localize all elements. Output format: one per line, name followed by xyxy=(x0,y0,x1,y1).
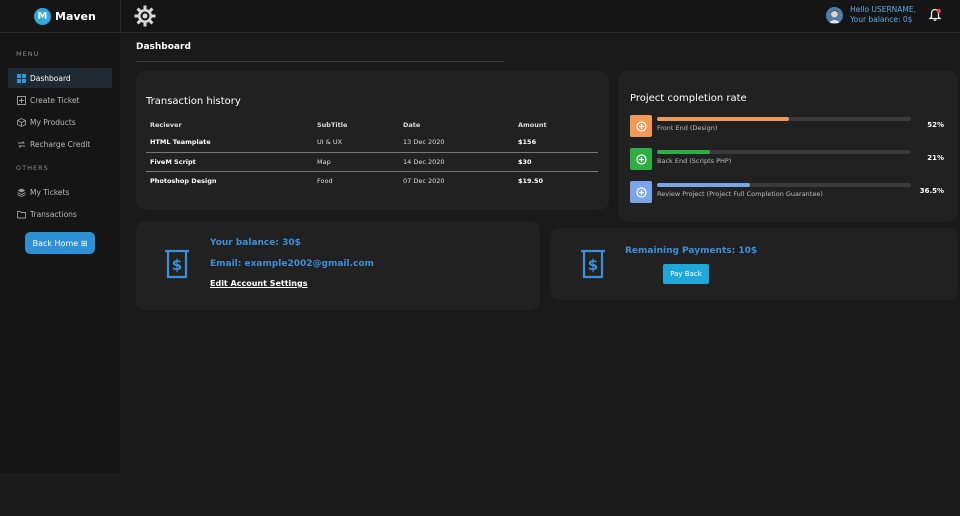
column-header: Amount xyxy=(518,120,547,129)
box-icon xyxy=(17,117,26,127)
account-balance: Your balance: 30$ xyxy=(210,238,301,248)
project-percent: 21% xyxy=(927,154,944,162)
sidebar-item-dashboard[interactable]: Dashboard xyxy=(8,68,112,88)
project-percent: 52% xyxy=(927,121,944,129)
progress-fill xyxy=(657,117,790,121)
column-header: Date xyxy=(403,120,421,129)
user-greeting: Hello USERNAME, Your balance: 0$ xyxy=(850,5,916,25)
transaction-history-title: Transaction history xyxy=(146,96,241,107)
greeting-text: Hello USERNAME, xyxy=(850,5,916,14)
sidebar-item-label: Transactions xyxy=(30,209,77,219)
progress-track xyxy=(657,183,911,187)
svg-text:$: $ xyxy=(588,256,598,274)
progress-fill xyxy=(657,183,750,187)
brand-logo: M xyxy=(34,8,51,25)
sidebar-item-my-products[interactable]: My Products xyxy=(8,112,112,132)
date-cell: 07 Dec 2020 xyxy=(403,176,445,185)
account-email: Email: example2002@gmail.com xyxy=(210,259,374,269)
project-label: Back End (Scripts PHP) xyxy=(657,157,732,165)
refresh-icon xyxy=(17,140,26,148)
sidebar-item-create-ticket[interactable]: Create Ticket xyxy=(8,90,112,110)
header-balance: Your balance: 0$ xyxy=(850,15,913,24)
table-header-row: Reciever SubTitle Date Amount xyxy=(146,116,598,133)
plus-circle-icon xyxy=(630,148,652,170)
plus-square-icon xyxy=(17,95,26,105)
column-header: Reciever xyxy=(150,120,182,129)
folder-icon xyxy=(17,210,26,218)
date-cell: 13 Dec 2020 xyxy=(399,133,514,153)
remaining-payments: Remaining Payments: 10$ xyxy=(625,246,758,256)
top-bar: M Maven Hello USERNAME, Your balance: 0$ xyxy=(0,0,960,33)
transaction-table: Reciever SubTitle Date Amount HTML Teamp… xyxy=(146,116,598,190)
notification-bell-icon[interactable] xyxy=(928,8,942,22)
date-cell: 14 Dec 2020 xyxy=(399,152,514,172)
brand[interactable]: M Maven xyxy=(0,0,120,33)
others-heading: OTHERS xyxy=(16,164,49,172)
project-percent: 36.5% xyxy=(919,187,944,195)
avatar[interactable] xyxy=(826,6,844,24)
user-area: Hello USERNAME, Your balance: 0$ xyxy=(826,5,942,25)
progress-track xyxy=(657,117,911,121)
column-header: SubTitle xyxy=(317,120,348,129)
settings-gear-icon[interactable] xyxy=(134,5,156,27)
pay-back-button[interactable]: Pay Back xyxy=(663,264,709,284)
subtitle-cell: UI & UX xyxy=(313,133,399,153)
plus-circle-icon xyxy=(630,181,652,203)
page-title: Dashboard xyxy=(136,42,191,52)
progress-fill xyxy=(657,150,711,154)
receiver-cell: Photoshop Design xyxy=(150,176,217,185)
subtitle-cell: Food xyxy=(317,176,333,185)
sidebar-item-label: My Products xyxy=(30,117,76,127)
receipt-dollar-icon: $ xyxy=(581,249,605,279)
project-row: Back End (Scripts PHP) 21% xyxy=(630,148,946,170)
sidebar-item-transactions[interactable]: Transactions xyxy=(8,204,112,224)
receiver-cell: FiveM Script xyxy=(146,152,313,172)
subtitle-cell: Map xyxy=(313,152,399,172)
project-label: Review Project (Project Full Completion … xyxy=(657,190,823,198)
svg-text:$: $ xyxy=(172,256,182,274)
sidebar-item-recharge-credit[interactable]: Recharge Credit xyxy=(8,134,112,154)
remaining-payments-card xyxy=(550,228,958,300)
sidebar-item-my-tickets[interactable]: My Tickets xyxy=(8,182,112,202)
receipt-dollar-icon: $ xyxy=(165,249,189,279)
project-row: Front End (Design) 52% xyxy=(630,115,946,137)
sidebar: MENU Dashboard Create Ticket My Products… xyxy=(0,33,120,473)
amount-cell: $30 xyxy=(514,152,598,172)
grid-icon xyxy=(17,73,26,83)
sidebar-item-label: Recharge Credit xyxy=(30,139,91,149)
notification-dot xyxy=(936,8,941,14)
layers-icon xyxy=(17,188,26,197)
menu-heading: MENU xyxy=(16,50,40,58)
table-row[interactable]: HTML Teamplate UI & UX 13 Dec 2020 $156 xyxy=(146,133,598,153)
amount-cell: $156 xyxy=(514,133,598,153)
footer-area xyxy=(0,473,960,516)
table-row[interactable]: Photoshop Design Food 07 Dec 2020 $19.50 xyxy=(146,171,598,190)
edit-account-settings-link[interactable]: Edit Account Settings xyxy=(210,279,307,288)
back-home-button[interactable]: Back Home ⊞ xyxy=(25,232,95,254)
top-divider xyxy=(120,0,121,33)
table-row[interactable]: FiveM Script Map 14 Dec 2020 $30 xyxy=(146,152,598,172)
project-row: Review Project (Project Full Completion … xyxy=(630,181,946,203)
brand-name: Maven xyxy=(55,10,96,23)
progress-track xyxy=(657,150,911,154)
plus-circle-icon xyxy=(630,115,652,137)
title-divider xyxy=(136,61,504,62)
user-avatar-icon xyxy=(826,6,844,24)
project-label: Front End (Design) xyxy=(657,124,718,132)
receiver-cell: HTML Teamplate xyxy=(146,133,313,153)
amount-cell: $19.50 xyxy=(518,176,544,185)
project-completion-title: Project completion rate xyxy=(630,93,747,104)
sidebar-item-label: Create Ticket xyxy=(30,95,80,105)
sidebar-item-label: My Tickets xyxy=(30,187,70,197)
sidebar-item-label: Dashboard xyxy=(30,73,71,83)
